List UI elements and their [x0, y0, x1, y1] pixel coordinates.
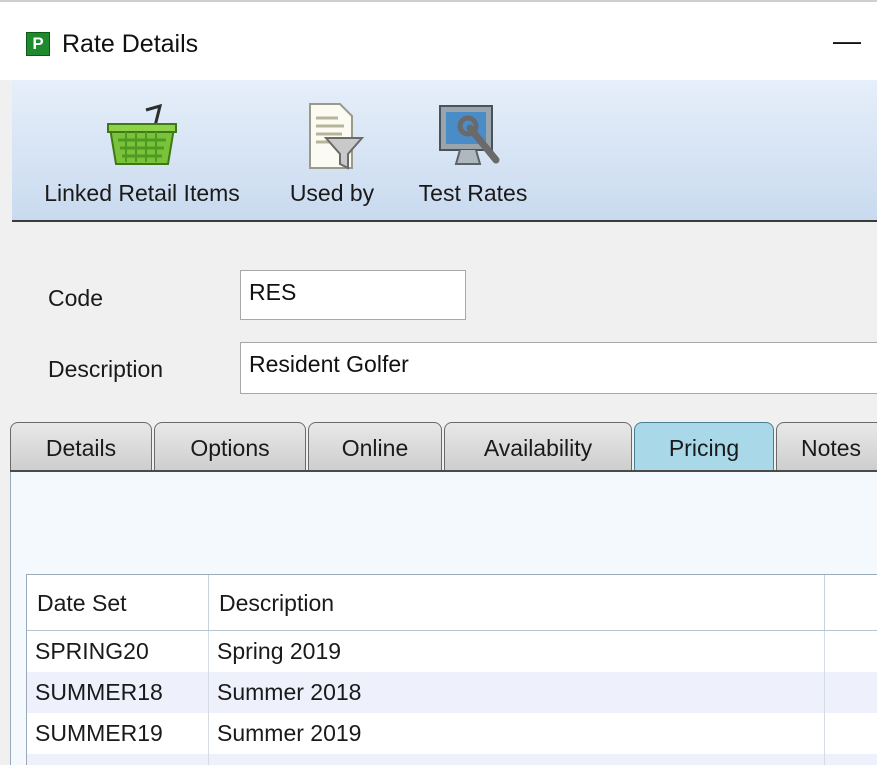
code-label: Code — [48, 285, 103, 311]
window-title: Rate Details — [62, 30, 199, 58]
tab-availability[interactable]: Availability — [444, 422, 632, 472]
test-rates-label: Test Rates — [418, 180, 528, 206]
basket-icon — [107, 103, 177, 165]
description-cell: Summer 2019 — [209, 713, 825, 754]
document-filter-icon — [309, 103, 365, 170]
date-set-cell: SUMMER18 — [27, 672, 209, 713]
description-label: Description — [48, 356, 164, 382]
test-rates-button[interactable]: Test Rates — [410, 90, 536, 210]
title-bar: P Rate Details — — [0, 0, 877, 80]
pricing-grid[interactable]: Date Set Description SPRING20 Spring 201… — [26, 574, 877, 765]
linked-retail-items-label: Linked Retail Items — [44, 180, 240, 206]
column-header-description[interactable]: Description — [209, 575, 825, 630]
date-set-cell: SUMMER19 — [27, 713, 209, 754]
description-field[interactable]: Resident Golfer — [240, 342, 877, 394]
date-set-cell: SUMMER20 — [27, 754, 209, 765]
toolbar: Linked Retail Items Used by Test Rates — [12, 80, 877, 222]
grid-header: Date Set Description — [27, 575, 877, 631]
column-header-extra[interactable] — [825, 575, 877, 630]
table-row[interactable]: SUMMER18 Summer 2018 — [27, 672, 877, 713]
table-row[interactable]: SUMMER19 Summer 2019 — [27, 713, 877, 754]
code-field[interactable]: RES — [240, 270, 466, 320]
description-cell: Summer 2018 — [209, 672, 825, 713]
tab-details[interactable]: Details — [10, 422, 152, 472]
tab-strip: Details Options Online Availability Pric… — [10, 422, 877, 472]
monitor-wrench-icon — [439, 105, 500, 165]
tab-online[interactable]: Online — [308, 422, 442, 472]
description-cell: Spring 2019 — [209, 631, 825, 672]
date-set-cell: SPRING20 — [27, 631, 209, 672]
table-row[interactable]: SPRING20 Spring 2019 — [27, 631, 877, 672]
used-by-button[interactable]: Used by — [280, 90, 384, 210]
app-icon: P — [26, 32, 50, 56]
tab-pricing[interactable]: Pricing — [634, 422, 774, 472]
tab-options[interactable]: Options — [154, 422, 306, 472]
minimize-button[interactable]: — — [831, 26, 863, 56]
description-cell: Summer 2020 — [209, 754, 825, 765]
column-header-date-set[interactable]: Date Set — [27, 575, 209, 630]
used-by-label: Used by — [289, 180, 375, 206]
table-row[interactable]: SUMMER20 Summer 2020 — [27, 754, 877, 765]
tab-notes[interactable]: Notes — [776, 422, 877, 472]
linked-retail-items-button[interactable]: Linked Retail Items — [26, 90, 258, 210]
